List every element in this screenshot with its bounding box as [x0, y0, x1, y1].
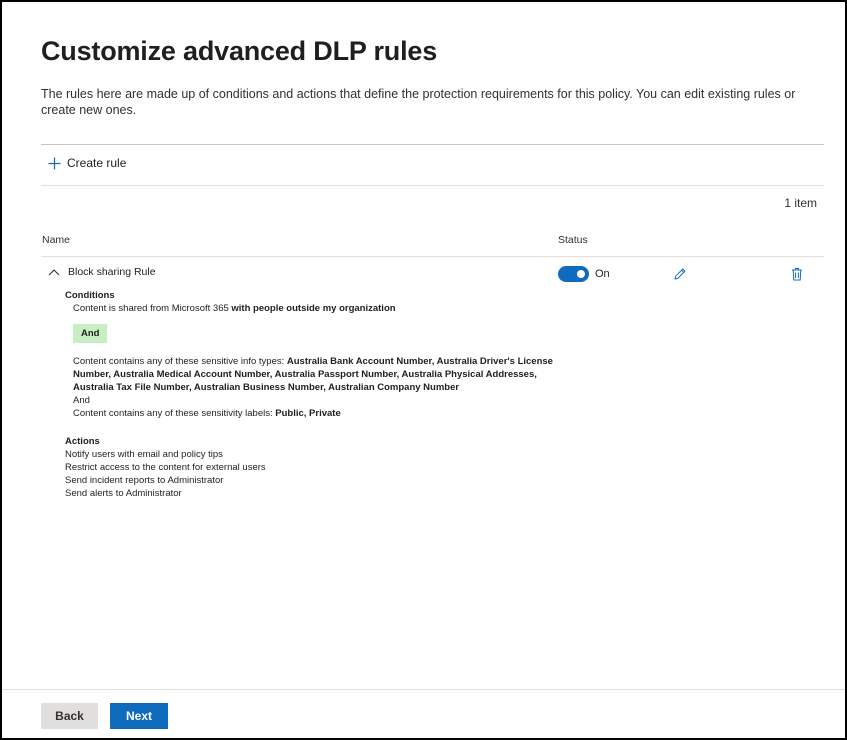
rule-details: Conditions Content is shared from Micros… [65, 289, 565, 500]
actions-heading: Actions [65, 436, 100, 447]
status-label: On [595, 268, 610, 280]
toggle-knob [577, 270, 585, 278]
divider [41, 256, 824, 257]
action-item: Restrict access to the content for exter… [65, 462, 266, 473]
condition-3-text: Content contains any of these sensitivit… [73, 408, 276, 419]
condition-1: Content is shared from Microsoft 365 wit… [65, 302, 565, 315]
divider [41, 185, 824, 186]
condition-2-text: Content contains any of these sensitive … [73, 356, 287, 367]
action-item: Send alerts to Administrator [65, 488, 182, 499]
column-header-status[interactable]: Status [558, 234, 588, 246]
trash-icon[interactable] [791, 267, 803, 281]
page-title: Customize advanced DLP rules [41, 36, 438, 66]
divider [41, 144, 824, 145]
condition-2: Content contains any of these sensitive … [65, 355, 565, 394]
create-rule-label: Create rule [67, 156, 127, 170]
and-text: And [73, 395, 90, 406]
condition-3: Content contains any of these sensitivit… [65, 407, 565, 420]
action-item: Send incident reports to Administrator [65, 475, 224, 486]
table-row[interactable]: Block sharing Rule [48, 266, 156, 278]
condition-3-value: Public, Private [275, 408, 341, 419]
action-item: Notify users with email and policy tips [65, 449, 223, 460]
column-header-name[interactable]: Name [42, 234, 70, 246]
item-count: 1 item [784, 196, 817, 210]
next-button[interactable]: Next [110, 703, 168, 729]
footer-divider [2, 689, 845, 690]
rule-name: Block sharing Rule [68, 266, 156, 278]
page-description: The rules here are made up of conditions… [41, 87, 796, 117]
edit-icon[interactable] [673, 267, 687, 281]
and-badge: And [73, 324, 108, 343]
condition-1-value: with people outside my organization [231, 303, 396, 314]
back-button[interactable]: Back [41, 703, 98, 729]
condition-1-text: Content is shared from Microsoft 365 [73, 303, 232, 314]
conditions-heading: Conditions [65, 290, 115, 301]
dlp-rules-panel: Customize advanced DLP rules The rules h… [0, 0, 847, 740]
plus-icon [48, 157, 61, 169]
create-rule-button[interactable]: Create rule [48, 156, 126, 170]
status-toggle[interactable] [558, 266, 589, 282]
chevron-up-icon[interactable] [48, 268, 60, 276]
